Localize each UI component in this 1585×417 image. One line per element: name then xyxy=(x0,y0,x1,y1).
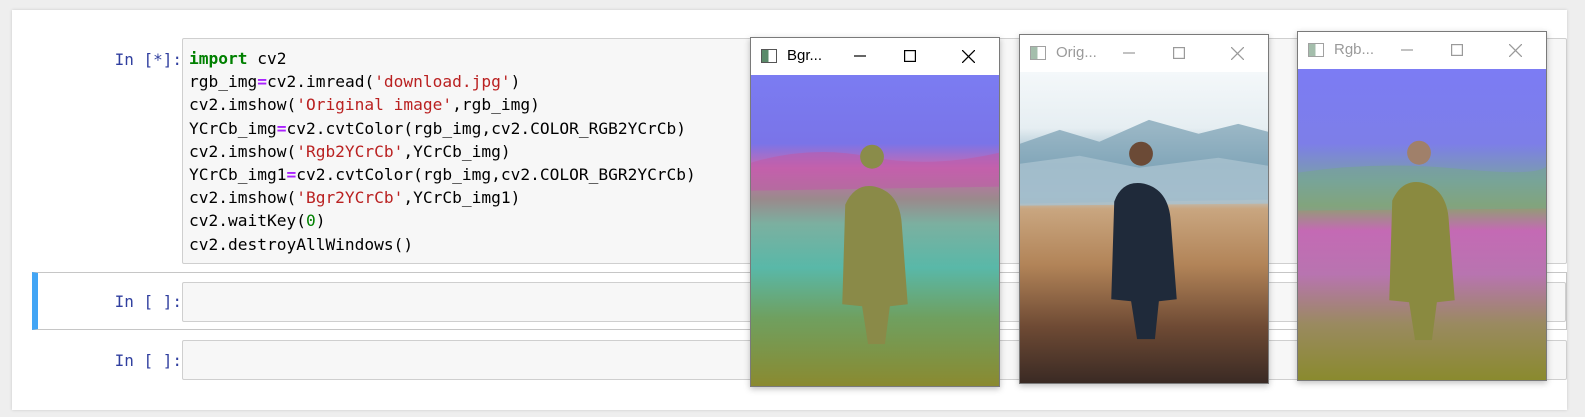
image-display xyxy=(751,75,999,386)
imshow-window-bgr2ycrcb[interactable]: Bgr... xyxy=(750,37,1000,387)
opencv-window-icon xyxy=(761,49,777,63)
code-line: YCrCb_img1=cv2.cvtColor(rgb_img,cv2.COLO… xyxy=(189,165,696,184)
code-line: import cv2 xyxy=(189,49,286,68)
code-line: cv2.imshow('Rgb2YCrCb',YCrCb_img) xyxy=(189,142,511,161)
code-token: ) xyxy=(510,72,521,92)
code-token: ,rgb_img) xyxy=(452,95,540,115)
code-token: cv2.imshow( xyxy=(189,141,297,161)
code-line: cv2.destroyAllWindows() xyxy=(189,235,413,254)
cell-prompt: In [ ]: xyxy=(114,351,182,370)
window-titlebar[interactable]: Bgr... xyxy=(751,38,999,74)
code-token: = xyxy=(276,118,287,138)
code-line: cv2.imshow('Bgr2YCrCb',YCrCb_img1) xyxy=(189,188,520,207)
image-display xyxy=(1020,72,1268,383)
code-token: rgb_img xyxy=(189,72,258,92)
window-title: Orig... xyxy=(1056,44,1097,61)
code-token: ) xyxy=(315,211,326,231)
code-token: 'download.jpg' xyxy=(374,72,511,92)
maximize-button[interactable] xyxy=(1156,35,1202,71)
code-token: ,YCrCb_img) xyxy=(403,141,511,161)
code-token: cv2.imshow( xyxy=(189,95,297,115)
minimize-icon xyxy=(854,55,866,57)
code-token: cv2.imshow( xyxy=(189,188,297,208)
window-titlebar[interactable]: Orig... xyxy=(1020,35,1268,71)
code-token: 0 xyxy=(305,211,316,231)
maximize-icon xyxy=(1173,47,1185,59)
minimize-button[interactable] xyxy=(837,38,883,74)
code-token: 'Original image' xyxy=(296,95,453,115)
window-title: Rgb... xyxy=(1334,41,1375,58)
code-token: cv2.waitKey( xyxy=(189,211,306,231)
close-icon xyxy=(961,49,975,63)
imshow-window-rgb2ycrcb[interactable]: Rgb... xyxy=(1297,31,1547,381)
image-display xyxy=(1298,69,1546,380)
code-token: YCrCb_img1 xyxy=(189,165,287,185)
close-button[interactable] xyxy=(945,38,991,74)
code-token: = xyxy=(257,72,267,92)
code-line: YCrCb_img=cv2.cvtColor(rgb_img,cv2.COLOR… xyxy=(189,119,686,138)
close-icon xyxy=(1508,43,1522,57)
code-token: 'Bgr2YCrCb' xyxy=(296,188,404,208)
original-image xyxy=(1020,72,1268,383)
imshow-window-original[interactable]: Orig... xyxy=(1019,34,1269,384)
bgr2ycrcb-image xyxy=(751,75,999,386)
code-token: cv2.imread( xyxy=(266,72,375,92)
cell-prompt: In [*]: xyxy=(114,50,182,69)
code-token: ,YCrCb_img1) xyxy=(403,188,521,208)
rgb2ycrcb-image xyxy=(1298,69,1546,380)
code-token: 'Rgb2YCrCb' xyxy=(296,141,404,161)
maximize-icon xyxy=(904,50,916,62)
code-token: YCrCb_img xyxy=(189,118,277,138)
code-line: rgb_img=cv2.imread('download.jpg') xyxy=(189,72,520,91)
maximize-button[interactable] xyxy=(1434,32,1480,68)
close-button[interactable] xyxy=(1214,35,1260,71)
cell-prompt: In [ ]: xyxy=(114,292,182,311)
code-token: cv2.cvtColor(rgb_img,cv2.COLOR_BGR2YCrCb… xyxy=(296,165,696,185)
close-icon xyxy=(1230,46,1244,60)
opencv-window-icon xyxy=(1030,46,1046,60)
code-token: cv2.cvtColor(rgb_img,cv2.COLOR_RGB2YCrCb… xyxy=(286,118,687,138)
minimize-button[interactable] xyxy=(1106,35,1152,71)
window-titlebar[interactable]: Rgb... xyxy=(1298,32,1546,68)
code-token: = xyxy=(286,165,297,185)
maximize-icon xyxy=(1451,44,1463,56)
maximize-button[interactable] xyxy=(887,38,933,74)
code-token: cv2 xyxy=(247,49,287,68)
minimize-icon xyxy=(1401,49,1413,51)
window-title: Bgr... xyxy=(787,47,823,64)
close-button[interactable] xyxy=(1492,32,1538,68)
code-line: cv2.imshow('Original image',rgb_img) xyxy=(189,95,540,114)
code-token: cv2.destroyAllWindows() xyxy=(189,234,414,254)
code-token: import xyxy=(189,49,248,68)
minimize-icon xyxy=(1123,52,1135,54)
minimize-button[interactable] xyxy=(1384,32,1430,68)
opencv-window-icon xyxy=(1308,43,1324,57)
code-line: cv2.waitKey(0) xyxy=(189,211,325,230)
